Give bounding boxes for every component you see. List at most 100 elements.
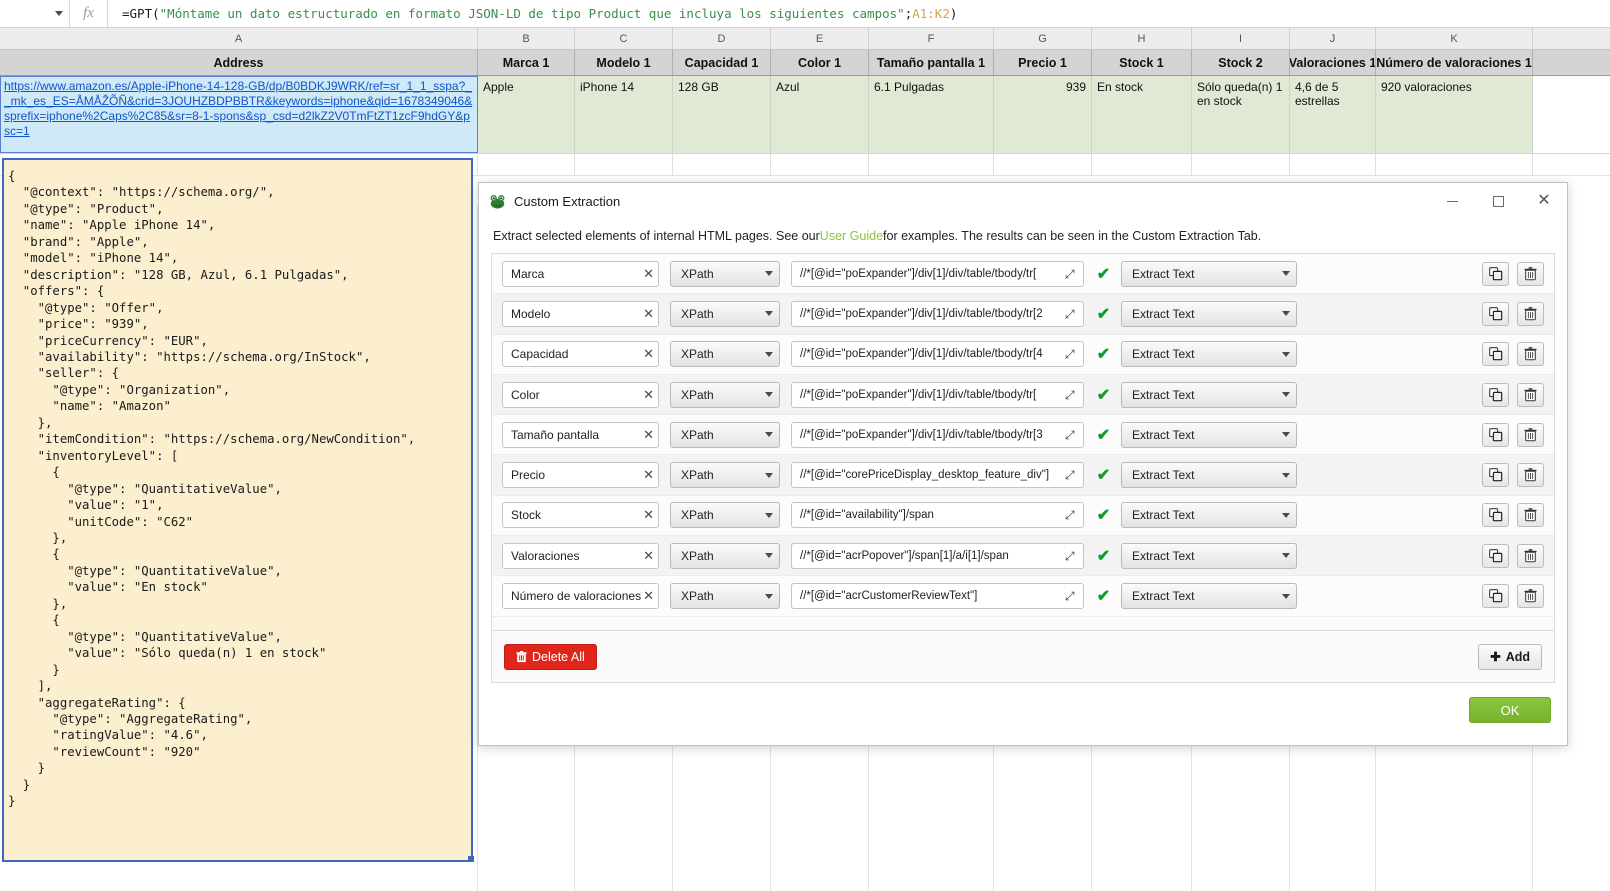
xpath-input[interactable]: //*[@id="poExpander"]/div[1]/div/table/t… bbox=[791, 422, 1084, 448]
extract-action-select[interactable]: Extract Text bbox=[1121, 422, 1297, 448]
extractor-name-input[interactable]: Valoraciones✕ bbox=[502, 543, 659, 569]
column-header-b[interactable]: B bbox=[478, 28, 575, 49]
xpath-input[interactable]: //*[@id="poExpander"]/div[1]/div/table/t… bbox=[791, 301, 1084, 327]
expand-icon[interactable]: ⤢ bbox=[1065, 509, 1078, 521]
duplicate-row-button[interactable] bbox=[1482, 503, 1509, 527]
delete-row-button[interactable] bbox=[1517, 302, 1544, 326]
function-icon[interactable]: fx bbox=[70, 0, 108, 27]
delete-row-button[interactable] bbox=[1517, 342, 1544, 366]
blank-cell[interactable] bbox=[1290, 154, 1376, 175]
blank-cell[interactable] bbox=[869, 154, 994, 175]
blank-cell[interactable] bbox=[1192, 154, 1290, 175]
clear-icon[interactable]: ✕ bbox=[641, 427, 654, 443]
extract-action-select[interactable]: Extract Text bbox=[1121, 583, 1297, 609]
expand-icon[interactable]: ⤢ bbox=[1065, 469, 1078, 481]
extractor-type-select[interactable]: XPath bbox=[670, 462, 780, 488]
extractor-name-input[interactable]: Capacidad✕ bbox=[502, 341, 659, 367]
column-header-h[interactable]: H bbox=[1092, 28, 1192, 49]
extractor-name-input[interactable]: Precio✕ bbox=[502, 462, 659, 488]
extractor-name-input[interactable]: Color✕ bbox=[502, 382, 659, 408]
duplicate-row-button[interactable] bbox=[1482, 302, 1509, 326]
column-header-g[interactable]: G bbox=[994, 28, 1092, 49]
extract-action-select[interactable]: Extract Text bbox=[1121, 261, 1297, 287]
product-url-link[interactable]: https://www.amazon.es/Apple-iPhone-14-12… bbox=[4, 79, 474, 139]
extract-action-select[interactable]: Extract Text bbox=[1121, 543, 1297, 569]
column-header-f[interactable]: F bbox=[869, 28, 994, 49]
delete-row-button[interactable] bbox=[1517, 584, 1544, 608]
delete-row-button[interactable] bbox=[1517, 262, 1544, 286]
expand-icon[interactable]: ⤢ bbox=[1065, 429, 1078, 441]
clear-icon[interactable]: ✕ bbox=[641, 507, 654, 523]
clear-icon[interactable]: ✕ bbox=[641, 387, 654, 403]
xpath-input[interactable]: //*[@id="acrCustomerReviewText"]⤢ bbox=[791, 583, 1084, 609]
xpath-input[interactable]: //*[@id="availability"]/span⤢ bbox=[791, 502, 1084, 528]
formula-input[interactable]: =GPT("Móntame un dato estructurado en fo… bbox=[108, 6, 1610, 21]
extractor-type-select[interactable]: XPath bbox=[670, 382, 780, 408]
expand-icon[interactable]: ⤢ bbox=[1065, 348, 1078, 360]
delete-all-button[interactable]: Delete All bbox=[504, 644, 597, 670]
clear-icon[interactable]: ✕ bbox=[641, 266, 654, 282]
xpath-input[interactable]: //*[@id="acrPopover"]/span[1]/a/i[1]/spa… bbox=[791, 543, 1084, 569]
ok-button[interactable]: OK bbox=[1469, 697, 1551, 723]
extractor-type-select[interactable]: XPath bbox=[670, 301, 780, 327]
extractor-type-select[interactable]: XPath bbox=[670, 422, 780, 448]
column-header-k[interactable]: K bbox=[1376, 28, 1533, 49]
extract-action-select[interactable]: Extract Text bbox=[1121, 301, 1297, 327]
column-header-e[interactable]: E bbox=[771, 28, 869, 49]
column-header-c[interactable]: C bbox=[575, 28, 673, 49]
duplicate-row-button[interactable] bbox=[1482, 544, 1509, 568]
dialog-title-bar[interactable]: Custom Extraction ✕ bbox=[479, 183, 1567, 219]
duplicate-row-button[interactable] bbox=[1482, 463, 1509, 487]
chevron-down-icon[interactable] bbox=[55, 11, 63, 16]
delete-row-button[interactable] bbox=[1517, 503, 1544, 527]
extractor-type-select[interactable]: XPath bbox=[670, 502, 780, 528]
expand-icon[interactable]: ⤢ bbox=[1065, 268, 1078, 280]
minimize-button[interactable] bbox=[1429, 184, 1475, 218]
duplicate-row-button[interactable] bbox=[1482, 423, 1509, 447]
delete-row-button[interactable] bbox=[1517, 383, 1544, 407]
delete-row-button[interactable] bbox=[1517, 423, 1544, 447]
maximize-button[interactable] bbox=[1475, 184, 1521, 218]
column-header-a[interactable]: A bbox=[0, 28, 478, 49]
extractor-type-select[interactable]: XPath bbox=[670, 341, 780, 367]
xpath-input[interactable]: //*[@id="poExpander"]/div[1]/div/table/t… bbox=[791, 341, 1084, 367]
duplicate-row-button[interactable] bbox=[1482, 342, 1509, 366]
clear-icon[interactable]: ✕ bbox=[641, 306, 654, 322]
duplicate-row-button[interactable] bbox=[1482, 262, 1509, 286]
clear-icon[interactable]: ✕ bbox=[641, 548, 654, 564]
column-header-j[interactable]: J bbox=[1290, 28, 1376, 49]
expand-icon[interactable]: ⤢ bbox=[1065, 389, 1078, 401]
blank-cell[interactable] bbox=[771, 154, 869, 175]
extractor-name-input[interactable]: Modelo✕ bbox=[502, 301, 659, 327]
address-cell[interactable]: https://www.amazon.es/Apple-iPhone-14-12… bbox=[0, 76, 478, 153]
blank-cell[interactable] bbox=[575, 154, 673, 175]
extract-action-select[interactable]: Extract Text bbox=[1121, 502, 1297, 528]
clear-icon[interactable]: ✕ bbox=[641, 588, 654, 604]
extractor-name-input[interactable]: Tamaño pantalla✕ bbox=[502, 422, 659, 448]
expand-icon[interactable]: ⤢ bbox=[1065, 550, 1078, 562]
xpath-input[interactable]: //*[@id="corePriceDisplay_desktop_featur… bbox=[791, 462, 1084, 488]
user-guide-link[interactable]: User Guide bbox=[820, 229, 883, 243]
duplicate-row-button[interactable] bbox=[1482, 383, 1509, 407]
column-header-d[interactable]: D bbox=[673, 28, 771, 49]
extract-action-select[interactable]: Extract Text bbox=[1121, 341, 1297, 367]
extractor-type-select[interactable]: XPath bbox=[670, 543, 780, 569]
json-ld-output-cell[interactable]: { "@context": "https://schema.org/", "@t… bbox=[2, 158, 473, 862]
xpath-input[interactable]: //*[@id="poExpander"]/div[1]/div/table/t… bbox=[791, 261, 1084, 287]
expand-icon[interactable]: ⤢ bbox=[1065, 308, 1078, 320]
delete-row-button[interactable] bbox=[1517, 544, 1544, 568]
extractor-name-input[interactable]: Marca✕ bbox=[502, 261, 659, 287]
extractor-type-select[interactable]: XPath bbox=[670, 261, 780, 287]
blank-cell[interactable] bbox=[1092, 154, 1192, 175]
duplicate-row-button[interactable] bbox=[1482, 584, 1509, 608]
extract-action-select[interactable]: Extract Text bbox=[1121, 382, 1297, 408]
extractor-name-input[interactable]: Número de valoraciones✕ bbox=[502, 583, 659, 609]
clear-icon[interactable]: ✕ bbox=[641, 346, 654, 362]
column-header-i[interactable]: I bbox=[1192, 28, 1290, 49]
name-box[interactable] bbox=[0, 0, 70, 27]
xpath-input[interactable]: //*[@id="poExpander"]/div[1]/div/table/t… bbox=[791, 382, 1084, 408]
cell-fill-handle[interactable] bbox=[468, 856, 474, 862]
blank-cell[interactable] bbox=[994, 154, 1092, 175]
close-button[interactable]: ✕ bbox=[1521, 184, 1567, 218]
extract-action-select[interactable]: Extract Text bbox=[1121, 462, 1297, 488]
